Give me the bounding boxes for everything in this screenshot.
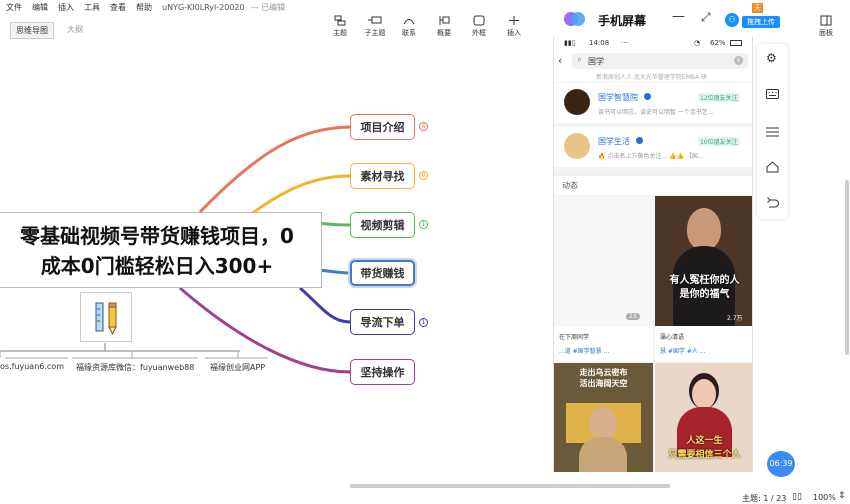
post-thumbnail[interactable]: 人这一生 只需要相信三个人 [655,363,752,472]
post-tags: 慧 #国学 #人 ... [660,348,706,355]
battery-percent: 62% [710,39,726,47]
branch-label: 坚持操作 [360,366,405,379]
branch-node-persist[interactable]: 坚持操作 [350,359,415,385]
clear-icon[interactable]: × [734,56,743,65]
phone-time: 14:08 [589,39,610,47]
post-caption: 有人冤枉你的人 [669,275,740,286]
app-logo-icon [564,12,585,26]
horizontal-scrollbar[interactable] [350,484,670,488]
ruler-pencil-icon [95,302,117,336]
menu-icon[interactable] [766,127,779,137]
post-thumbnail[interactable]: 走出乌云密布 活出海阔天空 [554,363,653,472]
post-caption: 只需要相信三个人 [668,450,741,460]
tag-badge: 天 [752,3,763,13]
minimize-icon[interactable]: — [672,9,685,24]
phone-window-title: 手机屏幕 [598,14,647,28]
account-result[interactable]: 国学智慧院 12位朋友关注 读书可以明志，读史可以明智 一个连书艺... [554,83,752,123]
vertical-scrollbar[interactable] [845,180,849,355]
post-caption: 走出乌云密布 [579,368,628,377]
post-caption: 人这一生 [686,436,723,446]
phone-status-bar: ▮▮▯ 14:08 ··· ◔ 62% [554,37,752,50]
keyboard-icon[interactable] [766,89,779,99]
post-author: 瀛心清语 [660,334,685,341]
account-name: 国学生活 [598,137,630,146]
footer-label-site[interactable]: os.fuyuan6.com [0,362,64,371]
search-icon: ⌕ [577,55,583,65]
branch-label: 视频剪辑 [360,219,405,232]
topic-count: 主题: 1 / 23 [742,494,787,503]
back-arrow-icon[interactable]: ‹ [558,54,562,67]
verified-icon [644,93,651,100]
fullscreen-icon[interactable]: ⤢ [701,10,711,25]
account-result[interactable]: 国学生活 10位朋友关注 🔥 点击名上方黄色关注... 👍👍 【国... [554,127,752,167]
branch-node-intro[interactable]: 项目介绍 [350,114,415,140]
post-meta: 瀛心清语 慧 #国学 #人 ... [655,326,752,361]
back-icon[interactable] [766,197,779,209]
branch-count-badge[interactable]: 1 [419,220,428,229]
branch-count-badge[interactable]: 1 [419,318,428,327]
person-figure [589,407,617,439]
account-description: 🔥 点击名上方黄色关注... 👍👍 【国... [598,153,704,160]
post-thumbnail[interactable]: 有人冤枉你的人 是你的福气 2.7万 [655,196,752,326]
book-icon[interactable]: ▯▯ [792,492,802,502]
footer-label-app[interactable]: 福缘创业网APP [210,362,265,373]
drag-upload-button[interactable]: 拖拽上传 [742,16,780,28]
account-name: 国学智慧院 [598,93,638,102]
post-likes: 23 [626,313,640,320]
branch-count-badge[interactable]: 8 [419,171,428,180]
zoom-level[interactable]: 100% [813,493,836,502]
central-topic-line2: 成本0门槛轻松日入300+ [40,254,274,278]
person-figure [692,379,716,409]
post-meta: 在下周同学 ...道 #国学智慧 ... [554,326,653,361]
home-icon[interactable] [766,161,779,173]
central-topic-line1: 零基础视频号带货赚钱项目，0 [20,224,294,248]
central-topic[interactable]: 零基础视频号带货赚钱项目，0 成本0门槛轻松日入300+ [0,212,322,288]
branch-node-selling[interactable]: 带货赚钱 [350,260,415,286]
recording-timer[interactable]: 06:39 [767,451,795,477]
account-avatar [564,133,590,159]
feed-label: 动态 [562,181,578,190]
zoom-stepper-icon[interactable]: ⇕ [838,491,846,501]
search-query: 国学 [588,57,604,66]
previous-result-snippet: 新浪原创人人 北大光华管理学院EMBA 研 [554,72,752,82]
post-likes: 2.7万 [727,315,743,322]
account-description: 读书可以明志，读史可以明智 一个连书艺... [598,109,714,116]
wifi-icon: ◔ [694,39,701,47]
post-thumbnail[interactable]: 23 [554,196,653,326]
status-bar: 主题: 1 / 23 ▯▯ 100% ⇕ [0,490,850,504]
branch-node-editing[interactable]: 视频剪辑 [350,212,415,238]
battery-icon [730,40,742,46]
branch-node-traffic[interactable]: 导流下单 [350,309,415,335]
settings-icon[interactable]: ⚙ [766,51,777,65]
post-author: 在下周同学 [559,334,590,341]
share-icon[interactable]: ⚇ [725,13,739,27]
search-input[interactable]: ⌕ 国学 × [572,53,748,69]
post-caption: 是你的福气 [679,289,730,300]
phone-window-header: 手机屏幕 — ⤢ ⚇ 拖拽上传 天 [553,3,817,37]
friends-follow-badge: 10位朋友关注 [698,137,740,146]
post-caption: 活出海阔天空 [579,379,628,388]
feed-header: 动态 [554,171,752,195]
branch-label: 素材寻找 [360,170,405,183]
post-tags: ...道 #国学智慧 ... [559,348,610,355]
friends-follow-badge: 12位朋友关注 [698,93,740,102]
branch-label: 带货赚钱 [360,267,405,280]
person-figure [687,208,721,250]
ruler-pencil-image [80,292,132,342]
phone-side-panel: ⚙ [757,44,788,219]
branch-label: 导流下单 [360,316,405,329]
verified-icon [636,137,643,144]
phone-screen[interactable]: ▮▮▯ 14:08 ··· ◔ 62% ‹ ⌕ 国学 × 新浪原创人人 北大光华… [553,37,753,472]
account-avatar [564,89,590,115]
branch-count-badge[interactable]: 4 [419,122,428,131]
phone-search-bar: ‹ ⌕ 国学 × [554,50,752,72]
footer-label-wechat[interactable]: 福缘资源库微信：fuyuanweb88 [76,362,194,373]
signal-icon: ▮▮▯ [564,39,576,47]
more-status: ··· [621,39,628,47]
person-body [579,437,627,472]
branch-node-material[interactable]: 素材寻找 [350,163,415,189]
branch-label: 项目介绍 [360,121,405,134]
